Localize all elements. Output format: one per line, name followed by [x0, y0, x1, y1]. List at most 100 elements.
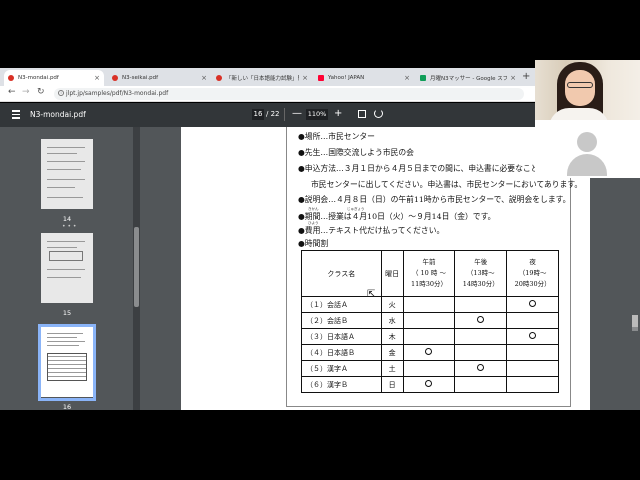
thumbnail-label: 16	[62, 403, 72, 410]
header-night: 夜 （19時〜 20時30分）	[506, 250, 559, 297]
cell-am	[402, 328, 456, 345]
thumbnail-label: 15	[62, 309, 72, 317]
cell-pm	[454, 312, 508, 329]
doc-line-place: ●場所…市民センター	[298, 132, 375, 141]
cell-class-name: （６）漢字Ｂ	[301, 376, 382, 393]
table-row: （４）日本語Ｂ 金	[301, 344, 559, 361]
cell-pm	[454, 376, 508, 393]
document-title: N3-mondai.pdf	[30, 110, 86, 119]
pdf-page: ●場所…市民センター ●先生…国際交流しよう市民の会 ●申込方法…３月１日から４…	[181, 127, 590, 410]
cell-pm	[454, 296, 508, 313]
cell-weekday: 木	[380, 328, 404, 345]
menu-icon[interactable]	[12, 110, 20, 121]
address-bar: ← → ↻ jlpt.jp/samples/pdf/N3-mondai.pdf …	[0, 86, 535, 102]
url-input[interactable]: jlpt.jp/samples/pdf/N3-mondai.pdf	[54, 88, 524, 100]
close-icon[interactable]: ×	[302, 74, 308, 82]
doc-line-teacher: ●先生…国際交流しよう市民の会	[298, 148, 414, 157]
avatar-icon	[577, 132, 597, 152]
cell-class-name: （４）日本語Ｂ	[301, 344, 382, 361]
doc-line-briefing: ●説明会…４月８日（日）の午前11時から市民センターで、説明会をします。	[298, 195, 571, 204]
participant-avatar	[535, 120, 640, 178]
cell-night	[506, 328, 559, 345]
cell-night	[506, 376, 559, 393]
zoom-input[interactable]: 110%	[306, 109, 328, 120]
cell-am	[402, 296, 456, 313]
cell-night	[506, 360, 559, 377]
cell-class-name: （５）漢字Ａ	[301, 360, 382, 377]
toolbar-divider	[284, 108, 285, 121]
page-total: / 22	[266, 110, 280, 118]
back-icon[interactable]: ←	[8, 87, 16, 97]
class-mark-circle	[529, 300, 537, 307]
tab-google-sheets[interactable]: 月曜N3マッサー - Google スプ ×	[416, 70, 520, 86]
sidebar-scroll-thumb[interactable]	[134, 227, 139, 307]
cell-class-name: （３）日本語Ａ	[301, 328, 382, 345]
pdf-favicon-icon	[8, 75, 14, 81]
tab-yahoo[interactable]: Yahoo! JAPAN ×	[314, 70, 414, 86]
header-am: 午前 （ 10 時 〜 11時30分）	[402, 250, 456, 297]
new-tab-button[interactable]: +	[522, 71, 530, 82]
webcam-video	[535, 60, 640, 120]
class-mark-circle	[425, 348, 433, 355]
cell-pm	[454, 328, 508, 345]
thumbnail-sidebar: 14 15 • • • 16	[0, 127, 140, 410]
thumbnail-page-14[interactable]	[41, 139, 93, 209]
cell-pm	[454, 344, 508, 361]
doc-line-schedule: ●時間割	[298, 239, 329, 248]
cell-weekday: 水	[380, 312, 404, 329]
forward-icon[interactable]: →	[22, 87, 30, 97]
table-row: （３）日本語Ａ 木	[301, 328, 559, 345]
info-icon[interactable]: i	[58, 90, 64, 96]
close-icon[interactable]: ×	[94, 74, 100, 82]
cell-weekday: 日	[380, 376, 404, 393]
cell-am	[402, 312, 456, 329]
cell-weekday: 金	[380, 344, 404, 361]
schedule-table: クラス名 曜日 午前 （ 10 時 〜 11時30分） 午後 （13時〜 14時…	[301, 250, 559, 393]
class-mark-circle	[477, 316, 485, 323]
class-mark-circle	[529, 332, 537, 339]
cell-night	[506, 344, 559, 361]
close-icon[interactable]: ×	[404, 74, 410, 82]
table-row: （１）会話Ａ 火	[301, 296, 559, 313]
table-row: （５）漢字Ａ 土	[301, 360, 559, 377]
active-thumbnail-frame	[38, 324, 96, 401]
cell-pm	[454, 360, 508, 377]
header-pm: 午後 （13時〜 14時30分）	[454, 250, 508, 297]
tab-jlpt-new[interactable]: 「新しい「日本語能力試験」問題 ×	[212, 70, 312, 86]
zoom-in-button[interactable]: +	[334, 108, 342, 119]
cell-class-name: （２）会話Ｂ	[301, 312, 382, 329]
fit-page-icon[interactable]	[358, 110, 366, 118]
cell-night	[506, 296, 559, 313]
table-row: （６）漢字Ｂ 日	[301, 376, 559, 393]
sheets-favicon-icon	[420, 75, 426, 81]
tab-strip: N3-mondai.pdf × N3-seikai.pdf × 「新しい「日本語…	[0, 68, 535, 86]
header-weekday: 曜日	[380, 250, 404, 297]
close-icon[interactable]: ×	[510, 74, 516, 82]
class-mark-circle	[477, 364, 485, 371]
tab-n3-seikai[interactable]: N3-seikai.pdf ×	[108, 70, 211, 86]
doc-line-cost: ●費用…テキスト代だけ払ってください。	[298, 226, 445, 235]
outer-scroll-thumb[interactable]	[632, 315, 638, 327]
rotate-icon[interactable]	[374, 109, 383, 118]
cell-night	[506, 312, 559, 329]
pdf-favicon-icon	[112, 75, 118, 81]
jlpt-favicon-icon	[216, 75, 222, 81]
doc-line-period: ●期間…授業は４月10日（火）～９月14日（金）です。	[298, 212, 496, 221]
reload-icon[interactable]: ↻	[37, 87, 45, 97]
doc-line-application-cont: 市民センターに出してください。申込書は、市民センターにおいてあります。	[311, 180, 583, 189]
thumbnail-label: 14	[62, 215, 72, 223]
cursor-icon: ⇱	[367, 289, 376, 300]
table-header-row: クラス名 曜日 午前 （ 10 時 〜 11時30分） 午後 （13時〜 14時…	[301, 250, 559, 297]
zoom-out-button[interactable]: —	[292, 108, 302, 119]
cell-am	[402, 360, 456, 377]
close-icon[interactable]: ×	[201, 74, 207, 82]
cell-weekday: 火	[380, 296, 404, 313]
table-row: （２）会話Ｂ 水	[301, 312, 559, 329]
cell-weekday: 土	[380, 360, 404, 377]
yahoo-favicon-icon	[318, 75, 324, 81]
tab-n3-mondai[interactable]: N3-mondai.pdf ×	[4, 70, 104, 86]
page-number-input[interactable]: 16	[252, 109, 264, 120]
cell-am	[402, 344, 456, 361]
thumbnail-dots: • • •	[62, 223, 77, 230]
thumbnail-page-15[interactable]	[41, 233, 93, 303]
